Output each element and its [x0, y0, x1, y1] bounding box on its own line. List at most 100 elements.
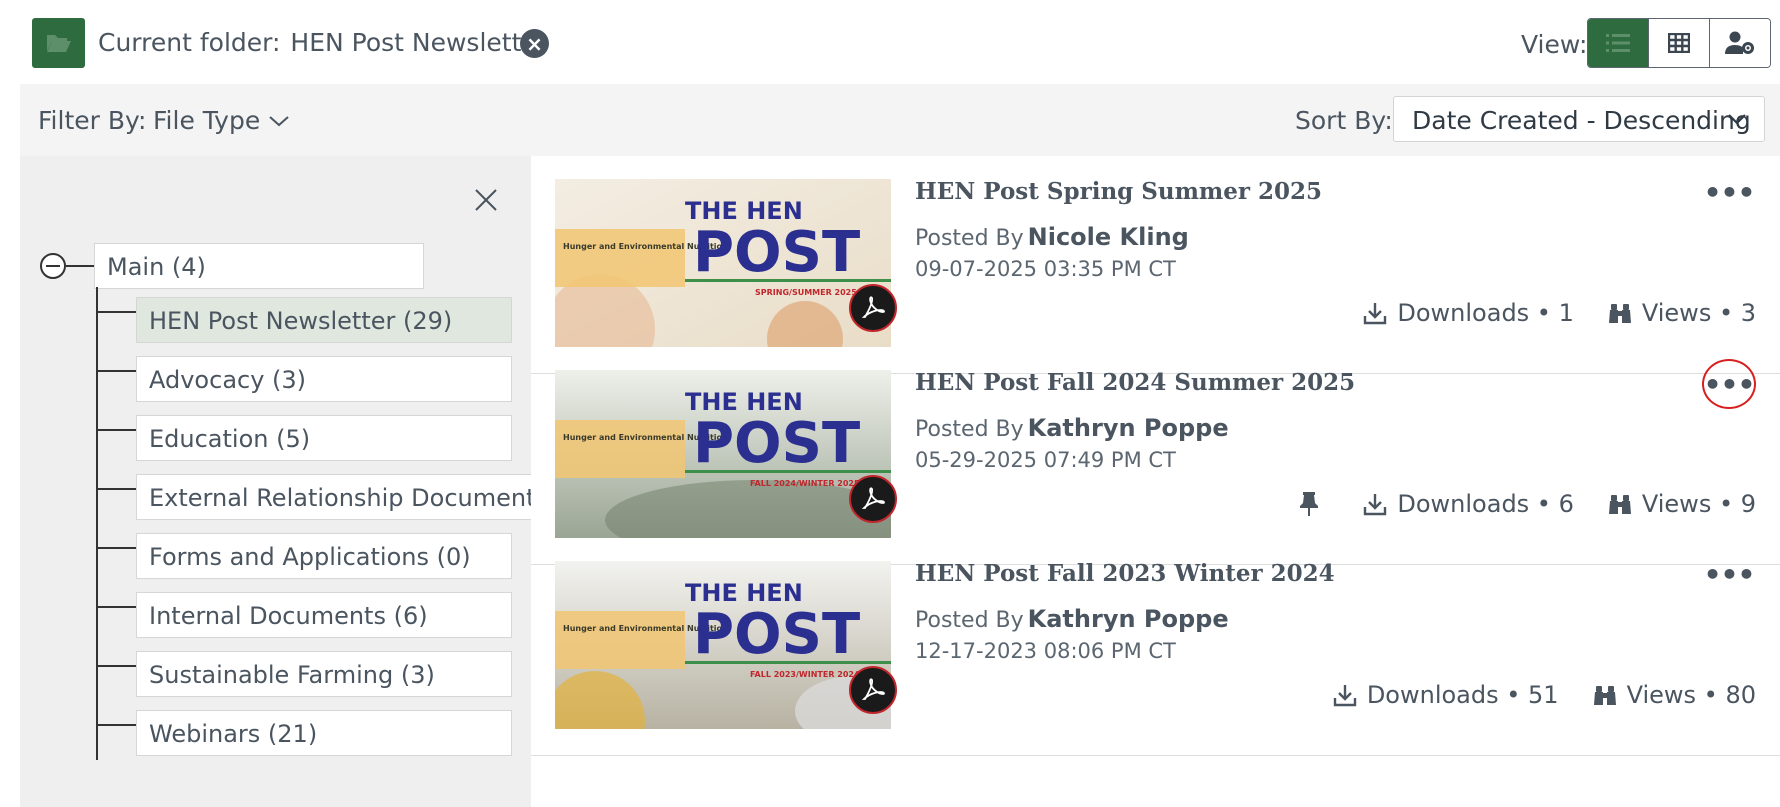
pdf-icon	[849, 475, 897, 523]
sort-select[interactable]: Date Created - Descending	[1393, 96, 1765, 142]
author-name[interactable]: Kathryn Poppe	[1028, 414, 1229, 442]
more-options-icon: •••	[1703, 557, 1756, 591]
thumb-post: POST	[693, 411, 860, 476]
close-circle-icon: ×	[526, 31, 543, 56]
posted-by: Posted By Nicole Kling	[915, 223, 1189, 251]
more-options-icon: •••	[1703, 175, 1756, 209]
downloads-stat: Downloads • 1	[1363, 299, 1574, 327]
filter-bar: Filter By: File Type Sort By: Date Creat…	[20, 84, 1780, 156]
folder-open-icon	[32, 18, 85, 68]
tree-connector	[96, 370, 136, 372]
close-icon[interactable]	[472, 186, 500, 214]
document-date: 05-29-2025 07:49 PM CT	[915, 448, 1176, 472]
tree-connector	[96, 724, 136, 726]
document-date: 12-17-2023 08:06 PM CT	[915, 639, 1176, 663]
current-folder: Current folder: HEN Post Newsletter	[98, 28, 547, 57]
clear-folder-button[interactable]: ×	[520, 29, 549, 58]
more-options-button[interactable]: •••	[1703, 172, 1756, 212]
tree-connector	[96, 488, 136, 490]
downloads-count: Downloads • 6	[1397, 490, 1574, 518]
tree-node-education[interactable]: Education (5)	[136, 415, 512, 461]
downloads-count: Downloads • 1	[1397, 299, 1574, 327]
current-folder-value: HEN Post Newsletter	[290, 28, 548, 57]
download-icon	[1333, 685, 1357, 707]
tree-node-hen-post-newsletter[interactable]: HEN Post Newsletter (29)	[136, 297, 512, 343]
views-stat: Views • 9	[1608, 490, 1756, 518]
document-thumbnail[interactable]: Hunger and Environmental Nutrition THE H…	[555, 179, 891, 347]
more-options-button[interactable]: •••	[1702, 359, 1756, 409]
thumb-edition: FALL 2024/WINTER 2025	[750, 479, 860, 488]
author-name[interactable]: Nicole Kling	[1028, 223, 1189, 251]
pdf-icon	[849, 284, 897, 332]
document-title[interactable]: HEN Post Fall 2024 Summer 2025	[915, 369, 1355, 396]
downloads-stat: Downloads • 6	[1363, 490, 1574, 518]
tree-node-sustainable-farming[interactable]: Sustainable Farming (3)	[136, 651, 512, 697]
document-item: Hunger and Environmental Nutrition THE H…	[531, 347, 1780, 565]
file-type-dropdown[interactable]: File Type	[153, 106, 290, 135]
binoculars-icon	[1608, 495, 1631, 514]
views-count: Views • 3	[1641, 299, 1756, 327]
download-icon	[1364, 303, 1387, 325]
pin-icon	[1300, 492, 1319, 516]
sort-value: Date Created - Descending	[1412, 106, 1751, 135]
more-options-icon: •••	[1703, 367, 1756, 401]
downloads-stat: Downloads • 51	[1333, 681, 1559, 709]
pdf-icon	[849, 666, 897, 714]
document-title[interactable]: HEN Post Fall 2023 Winter 2024	[915, 560, 1335, 587]
grid-view-icon	[1668, 33, 1690, 53]
tree-connector	[96, 547, 136, 549]
tree-connector	[96, 665, 136, 667]
tree-node-external-relationship-documents[interactable]: External Relationship Documents (3	[136, 474, 531, 520]
views-stat: Views • 80	[1593, 681, 1756, 709]
views-count: Views • 80	[1626, 681, 1756, 709]
tree-connector	[96, 429, 136, 431]
posted-by: Posted By Kathryn Poppe	[915, 414, 1229, 442]
sort-by-label: Sort By:	[1295, 106, 1393, 135]
document-item: Hunger and Environmental Nutrition THE H…	[531, 156, 1780, 374]
tree-connector	[96, 287, 98, 760]
document-date: 09-07-2025 03:35 PM CT	[915, 257, 1176, 281]
binoculars-icon	[1593, 686, 1616, 705]
document-stats: Downloads • 1 Views • 3	[1329, 299, 1756, 327]
more-options-button[interactable]: •••	[1703, 554, 1756, 594]
document-stats: Downloads • 6 Views • 9	[1265, 490, 1756, 518]
tree-connector	[96, 311, 136, 313]
current-folder-label: Current folder:	[98, 28, 281, 57]
filter-by-label: Filter By:	[38, 106, 147, 135]
thumb-post: POST	[693, 220, 860, 285]
posted-by: Posted By Kathryn Poppe	[915, 605, 1229, 633]
document-list: Hunger and Environmental Nutrition THE H…	[531, 156, 1780, 807]
downloads-count: Downloads • 51	[1366, 681, 1559, 709]
thumb-post: POST	[693, 602, 860, 667]
views-stat: Views • 3	[1608, 299, 1756, 327]
author-name[interactable]: Kathryn Poppe	[1028, 605, 1229, 633]
posted-by-label: Posted By	[915, 226, 1024, 251]
posted-by-label: Posted By	[915, 417, 1024, 442]
binoculars-icon	[1608, 304, 1631, 323]
tree-node-main[interactable]: Main (4)	[94, 243, 424, 289]
chevron-down-icon	[1728, 114, 1746, 125]
thumb-edition: SPRING/SUMMER 2025	[755, 288, 857, 297]
pin-button[interactable]	[1299, 491, 1329, 517]
document-thumbnail[interactable]: Hunger and Environmental Nutrition THE H…	[555, 561, 891, 729]
list-view-button[interactable]	[1588, 19, 1648, 67]
user-settings-button[interactable]	[1709, 19, 1770, 67]
list-view-icon	[1606, 34, 1630, 52]
header-bar: Current folder: HEN Post Newsletter × Vie…	[0, 0, 1780, 84]
tree-node-internal-documents[interactable]: Internal Documents (6)	[136, 592, 512, 638]
tree-node-advocacy[interactable]: Advocacy (3)	[136, 356, 512, 402]
tree-node-forms-and-applications[interactable]: Forms and Applications (0)	[136, 533, 512, 579]
grid-view-button[interactable]	[1648, 19, 1709, 67]
posted-by-label: Posted By	[915, 608, 1024, 633]
chevron-down-icon	[269, 115, 289, 126]
tree-node-webinars[interactable]: Webinars (21)	[136, 710, 512, 756]
file-type-label: File Type	[153, 106, 261, 135]
download-icon	[1364, 494, 1387, 516]
collapse-toggle[interactable]	[40, 253, 66, 279]
document-item: Hunger and Environmental Nutrition THE H…	[531, 538, 1780, 756]
view-label: View:	[1521, 30, 1588, 59]
document-title[interactable]: HEN Post Spring Summer 2025	[915, 178, 1322, 205]
document-thumbnail[interactable]: Hunger and Environmental Nutrition THE H…	[555, 370, 891, 538]
view-switcher	[1587, 18, 1771, 68]
tree-connector	[96, 606, 136, 608]
